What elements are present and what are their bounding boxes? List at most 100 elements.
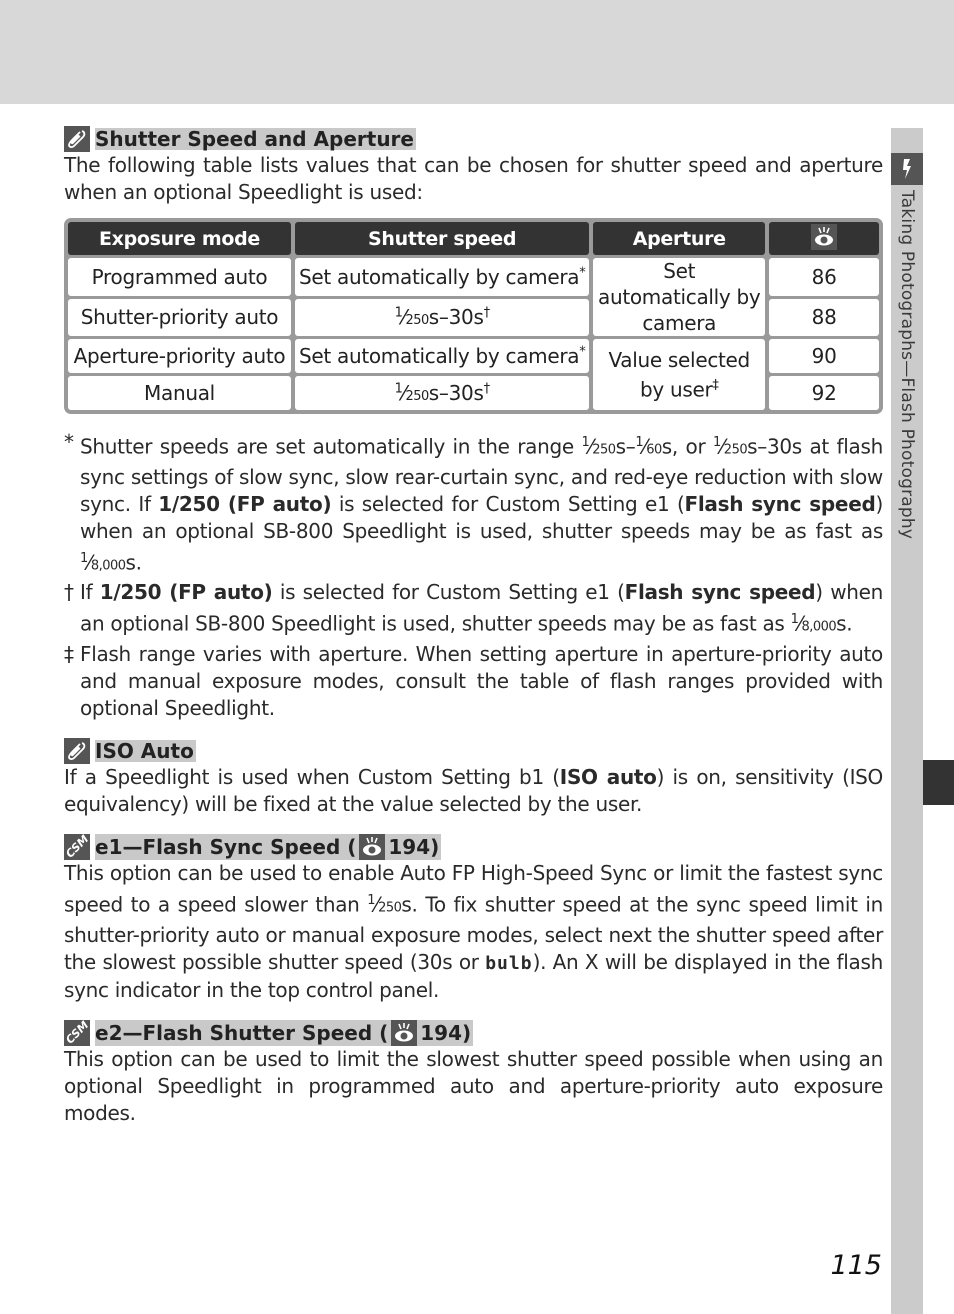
- footnote-mark: *: [579, 344, 586, 360]
- section-body: This option can be used to enable Auto F…: [64, 860, 883, 1002]
- chapter-side-tab: Taking Photographs—Flash Photography: [891, 128, 923, 1314]
- text-run: is selected for Custom Setting e1 (: [331, 491, 685, 516]
- page-number: 115: [830, 1250, 882, 1281]
- text-run: Shutter speeds are set automatically in …: [80, 434, 582, 459]
- page-reference-eye-icon: [391, 1019, 418, 1046]
- frac-num: 1: [581, 435, 590, 450]
- shutter-value: Set automatically by camera: [299, 344, 580, 368]
- table-row: Programmed auto Set automatically by cam…: [68, 258, 879, 336]
- title-text: 194): [420, 1020, 472, 1045]
- section-e1-flash-sync-speed: CSM e1—Flash Sync Speed ( 194) This opti…: [63, 833, 883, 1004]
- section-e2-flash-shutter-speed: CSM e2—Flash Shutter Speed ( 194) This o…: [63, 1018, 883, 1127]
- cell-mode: Aperture-priority auto: [68, 339, 291, 373]
- table-row: Aperture-priority auto Set automatically…: [68, 339, 879, 410]
- bold-run: 1/250 (FP auto): [99, 580, 273, 605]
- frac-num: 1: [712, 435, 721, 450]
- page-reference-eye-icon: [359, 833, 386, 860]
- cell-shutter: 1⁄250s–30s†: [295, 298, 590, 336]
- unit: s: [428, 305, 439, 330]
- footnote-mark: †: [483, 305, 491, 321]
- note-pencil-icon: [64, 737, 90, 764]
- cell-shutter: Set automatically by camera*: [295, 339, 590, 373]
- footnote-mark: †: [64, 580, 74, 605]
- csm-icon: CSM: [63, 1018, 91, 1047]
- unit: s: [615, 434, 626, 459]
- shutter-range-end: –30s: [438, 381, 484, 405]
- cell-mode: Shutter-priority auto: [68, 298, 291, 336]
- lcd-bulb-text: bulb: [485, 952, 533, 974]
- footnote: ‡ Flash range varies with aperture. When…: [64, 641, 883, 722]
- frac-den: 250: [723, 442, 748, 458]
- cell-page: 86: [769, 258, 879, 296]
- unit: s.: [125, 550, 142, 575]
- settings-table: Exposure mode Shutter speed Aperture Pro…: [64, 218, 883, 414]
- section-title: e1—Flash Sync Speed ( 194): [95, 833, 442, 860]
- unit: s: [661, 434, 672, 459]
- footnote: † If 1/250 (FP auto) is selected for Cus…: [64, 579, 883, 641]
- text-run: –30s: [757, 434, 802, 459]
- frac-num: 1: [790, 612, 799, 628]
- footnote-mark: †: [483, 381, 491, 397]
- frac-den: 250: [405, 389, 429, 404]
- footnote-mark: *: [579, 265, 586, 281]
- cell-shutter: Set automatically by camera*: [295, 258, 590, 296]
- text-run: , or: [671, 434, 713, 459]
- bold-run: Flash sync speed: [624, 580, 816, 605]
- text-run: –: [625, 434, 636, 459]
- column-header-page-reference: [769, 222, 879, 255]
- title-text: e1—Flash Sync Speed (: [95, 834, 357, 859]
- chapter-title: Taking Photographs—Flash Photography: [897, 190, 917, 540]
- text-run: is selected for Custom Setting e1 (: [272, 580, 625, 605]
- frac-den: 8,000: [90, 558, 126, 574]
- section-title: e2—Flash Shutter Speed ( 194): [95, 1019, 474, 1046]
- title-text: 194): [388, 834, 440, 859]
- bold-run: 1/250 (FP auto): [158, 491, 332, 516]
- frac-den: 250: [378, 900, 402, 916]
- page-content: Shutter Speed and Aperture The following…: [63, 126, 883, 1127]
- footnotes: * Shutter speeds are set automatically i…: [64, 429, 883, 722]
- footnote-text: Flash range varies with aperture. When s…: [80, 641, 883, 720]
- column-header-exposure-mode: Exposure mode: [68, 222, 291, 255]
- section-heading: ISO Auto: [64, 737, 883, 764]
- frac-num: 1: [80, 550, 88, 566]
- section-heading-shutter-aperture: Shutter Speed and Aperture: [64, 126, 883, 152]
- column-header-shutter-speed: Shutter speed: [295, 222, 590, 255]
- footnote: * Shutter speeds are set automatically i…: [64, 429, 883, 579]
- title-text: e2—Flash Shutter Speed (: [95, 1020, 389, 1045]
- section-heading: CSM e1—Flash Sync Speed ( 194): [63, 833, 883, 861]
- frac-num: 1: [367, 892, 376, 908]
- bold-run: ISO auto: [559, 764, 657, 789]
- frac-den: 250: [592, 442, 616, 458]
- page-reference-eye-icon: [811, 224, 838, 250]
- text-run: If a Speedlight is used when Custom Sett…: [64, 764, 560, 789]
- cell-page: 90: [769, 339, 879, 373]
- cell-mode: Manual: [68, 376, 291, 410]
- section-heading: CSM e2—Flash Shutter Speed ( 194): [63, 1018, 883, 1047]
- table-header-row: Exposure mode Shutter speed Aperture: [68, 222, 879, 255]
- cell-aperture: Set automatically by camera: [593, 258, 766, 336]
- cell-shutter: 1⁄250s–30s†: [295, 376, 590, 410]
- cell-aperture: Value selected by user‡: [593, 339, 766, 410]
- shutter-range-end: –30s: [438, 305, 484, 330]
- section-body: If a Speedlight is used when Custom Sett…: [64, 764, 883, 818]
- footnote-mark: *: [64, 430, 74, 454]
- shutter-value: Set automatically by camera: [299, 264, 580, 289]
- unit: s.: [836, 611, 853, 636]
- cell-page: 88: [769, 298, 879, 336]
- frac-den: 60: [646, 442, 662, 458]
- section-body: The following table lists values that ca…: [64, 153, 883, 204]
- aperture-value: Set automatically by camera: [598, 259, 761, 335]
- bold-run: Flash sync speed: [684, 491, 876, 516]
- footnote-text: If 1/250 (FP auto) is selected for Custo…: [80, 580, 884, 636]
- aperture-value: Value selected by user: [608, 347, 750, 402]
- frac-den: 8,000: [801, 619, 837, 635]
- footnote-mark: ‡: [64, 641, 74, 666]
- frac-num: 1: [635, 435, 644, 450]
- frac-num: 1: [394, 381, 403, 397]
- frac-num: 1: [394, 305, 403, 321]
- footnote-mark: ‡: [712, 377, 719, 393]
- text-run: If: [80, 580, 100, 605]
- cell-mode: Programmed auto: [68, 258, 291, 296]
- column-header-aperture: Aperture: [593, 222, 766, 255]
- section-title: Shutter Speed and Aperture: [95, 127, 416, 151]
